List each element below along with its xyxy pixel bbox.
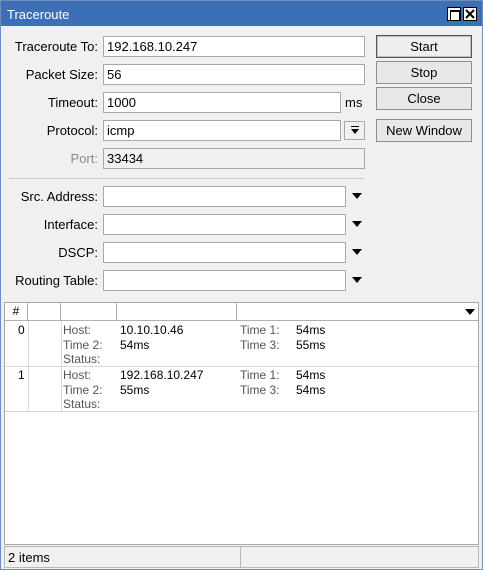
close-icon[interactable]: [463, 7, 477, 21]
routing-table-dropdown-icon[interactable]: [352, 277, 362, 283]
status-bar-divider: [240, 547, 241, 567]
status-label: Status:: [63, 397, 101, 411]
new-window-button[interactable]: New Window: [376, 119, 472, 142]
table-row[interactable]: 0 Host: 10.10.10.46 Time 1: 54ms Time 2:…: [5, 321, 478, 367]
host-value: 192.168.10.247: [120, 368, 204, 382]
time1-value: 54ms: [296, 323, 326, 337]
time1-label: Time 1:: [240, 368, 280, 382]
src-address-input[interactable]: [103, 186, 346, 207]
host-label: Host:: [63, 368, 92, 382]
maximize-icon[interactable]: [447, 7, 461, 21]
host-label: Host:: [63, 323, 92, 337]
routing-table-label: Routing Table:: [15, 273, 98, 288]
list-header: #: [5, 303, 478, 321]
status-bar: 2 items: [4, 546, 479, 568]
row-index: 0: [18, 323, 25, 337]
time1-label: Time 1:: [240, 323, 280, 337]
traceroute-to-input[interactable]: 192.168.10.247: [103, 36, 365, 57]
cell-divider: [28, 321, 29, 367]
time2-label: Time 2:: [63, 383, 103, 397]
close-button[interactable]: Close: [376, 87, 472, 110]
time2-label: Time 2:: [63, 338, 103, 352]
dscp-input[interactable]: [103, 242, 346, 263]
timeout-label: Timeout:: [47, 95, 98, 110]
window-title: Traceroute: [7, 7, 70, 22]
protocol-label: Protocol:: [46, 123, 98, 138]
stop-button[interactable]: Stop: [376, 61, 472, 84]
protocol-dropdown-icon[interactable]: [344, 121, 365, 140]
time3-label: Time 3:: [240, 338, 280, 352]
src-address-label: Src. Address:: [20, 189, 98, 204]
time2-value: 54ms: [120, 338, 150, 352]
host-value: 10.10.10.46: [120, 323, 184, 337]
results-list[interactable]: # 0 Host: 10.10.10.46 Time 1: 54ms Time …: [4, 302, 479, 545]
packet-size-label: Packet Size:: [25, 67, 98, 82]
title-bar[interactable]: Traceroute: [1, 1, 482, 26]
routing-table-input[interactable]: [103, 270, 346, 291]
form-divider: [9, 178, 364, 179]
timeout-input[interactable]: 1000: [103, 92, 341, 113]
cell-divider: [28, 366, 29, 412]
item-count: 2 items: [8, 550, 50, 565]
port-input: 33434: [103, 148, 365, 169]
time3-value: 55ms: [296, 338, 326, 352]
column-menu-icon[interactable]: [465, 309, 475, 315]
table-row[interactable]: 1 Host: 192.168.10.247 Time 1: 54ms Time…: [5, 366, 478, 412]
column-header-blank-1[interactable]: [28, 303, 61, 320]
dscp-label: DSCP:: [58, 245, 98, 260]
timeout-unit: ms: [345, 95, 363, 110]
port-label: Port:: [70, 151, 98, 166]
time2-value: 55ms: [120, 383, 150, 397]
src-address-dropdown-icon[interactable]: [352, 193, 362, 199]
cell-divider: [61, 366, 62, 412]
interface-input[interactable]: [103, 214, 346, 235]
time1-value: 54ms: [296, 368, 326, 382]
column-header-blank-3[interactable]: [117, 303, 237, 320]
packet-size-input[interactable]: 56: [103, 64, 365, 85]
time3-value: 54ms: [296, 383, 326, 397]
column-header-blank-2[interactable]: [61, 303, 117, 320]
interface-dropdown-icon[interactable]: [352, 221, 362, 227]
interface-label: Interface:: [43, 217, 98, 232]
cell-divider: [61, 321, 62, 367]
start-button[interactable]: Start: [376, 35, 472, 58]
traceroute-window: Traceroute Traceroute To: 192.168.10.247…: [0, 0, 483, 570]
protocol-select[interactable]: icmp: [103, 120, 341, 141]
status-label: Status:: [63, 352, 101, 366]
dscp-dropdown-icon[interactable]: [352, 249, 362, 255]
traceroute-to-label: Traceroute To:: [14, 39, 98, 54]
time3-label: Time 3:: [240, 383, 280, 397]
row-index: 1: [18, 368, 25, 382]
column-header-index[interactable]: #: [5, 303, 28, 320]
